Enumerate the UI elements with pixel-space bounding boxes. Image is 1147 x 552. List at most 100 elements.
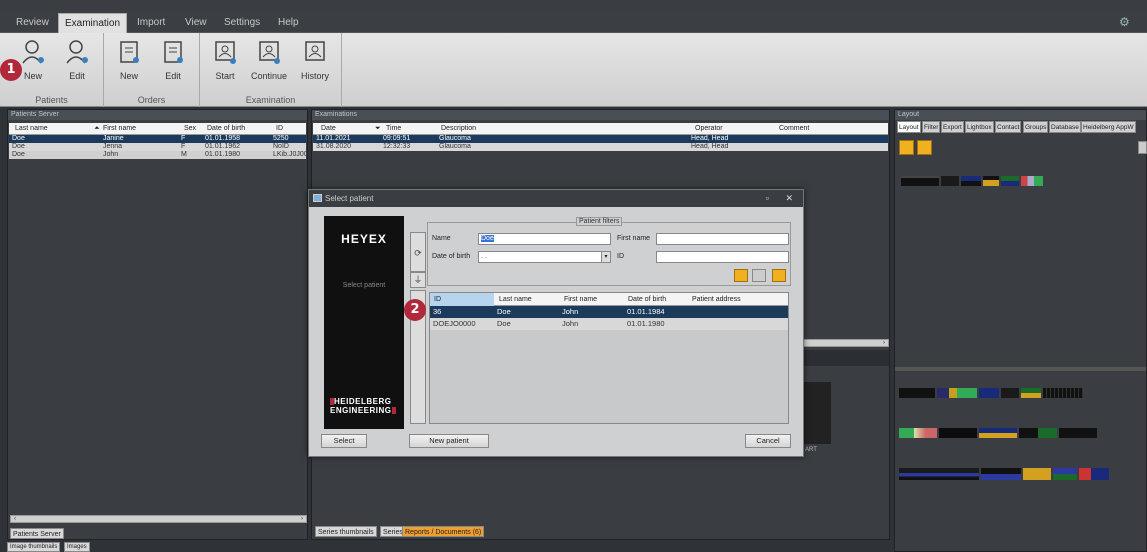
tab-patients-server[interactable]: Patients Server: [10, 528, 64, 539]
new-order-icon: [120, 41, 139, 63]
clear-filter-icon[interactable]: [752, 269, 766, 282]
step-badge-1: 1: [0, 59, 22, 81]
dropdown-arrow-icon[interactable]: ▾: [601, 252, 610, 262]
start-examination-button[interactable]: Start: [204, 39, 246, 81]
scroll-right-icon: ›: [883, 340, 885, 346]
horizontal-scrollbar[interactable]: ›: [802, 339, 889, 347]
refresh-button[interactable]: ⟳: [410, 232, 426, 272]
ribbon-group-orders: New Edit Orders: [104, 33, 200, 107]
col-sex[interactable]: Sex: [184, 123, 196, 135]
close-icon[interactable]: ✕: [785, 190, 793, 207]
start-exam-icon: [215, 41, 236, 64]
tab-contact[interactable]: Contact: [995, 121, 1022, 133]
col-last-name[interactable]: Last name: [15, 123, 48, 135]
edit-order-button[interactable]: Edit: [152, 39, 194, 81]
dob-input[interactable]: . . ▾: [478, 251, 611, 263]
tab-groups[interactable]: Groups: [1023, 121, 1049, 133]
patient-results-table: ID Last name First name Date of birth Pa…: [429, 292, 789, 424]
new-patient-icon: [22, 40, 44, 64]
col-last-name[interactable]: Last name: [499, 293, 532, 306]
col-first-name[interactable]: First name: [103, 123, 136, 135]
layout-thumbnail-row[interactable]: [899, 428, 1097, 438]
tab-review[interactable]: Review: [10, 13, 55, 33]
table-row[interactable]: Doe John M 01.01.1980 LKib.J0J00: [9, 151, 308, 159]
tab-export[interactable]: Export: [941, 121, 964, 133]
panel-title: Examinations: [312, 110, 889, 120]
layout-tool-icon[interactable]: [899, 140, 914, 155]
search-patient-icon[interactable]: [734, 269, 748, 282]
layout-panel: Layout Layout Filter Export Lightbox Con…: [894, 109, 1147, 552]
maximize-icon[interactable]: ▫: [766, 190, 769, 207]
tab-view[interactable]: View: [179, 13, 213, 33]
col-time[interactable]: Time: [386, 123, 401, 135]
col-date[interactable]: Date: [321, 123, 336, 135]
heyex-brand-panel: HEYEX Select patient HEIDELBERG ENGINEER…: [324, 216, 404, 429]
user-settings-icon[interactable]: ⚙: [1119, 15, 1133, 29]
tab-help[interactable]: Help: [272, 13, 305, 33]
col-operator[interactable]: Operator: [695, 123, 723, 135]
col-id[interactable]: ID: [430, 293, 494, 306]
filter-button[interactable]: ⏚: [410, 272, 426, 288]
dialog-title-bar: Select patient ▫ ✕: [309, 190, 803, 207]
layout-thumbnail-row[interactable]: [899, 468, 1109, 480]
col-first-name[interactable]: First name: [564, 293, 597, 306]
col-patient-address[interactable]: Patient address: [692, 293, 741, 306]
tab-reports-documents[interactable]: Reports / Documents (6): [402, 526, 485, 537]
new-patient-dialog-button[interactable]: New patient: [409, 434, 489, 448]
history-icon: [305, 41, 325, 61]
table-row[interactable]: 31.08.2020 12:32:33 Glaucoma Head, Head: [313, 143, 888, 151]
edit-patient-button[interactable]: Edit: [56, 39, 98, 81]
art-label: ART: [805, 447, 817, 453]
image-thumbnail[interactable]: [803, 382, 831, 444]
sort-icon: ⏷: [375, 125, 381, 132]
layout-thumbnail-row[interactable]: [901, 176, 1043, 186]
tab-database[interactable]: Database: [1049, 121, 1081, 133]
name-label: Name: [432, 235, 451, 242]
panel-title: Layout: [895, 110, 1146, 120]
tab-heidelberg-appw[interactable]: Heidelberg AppW: [1081, 121, 1136, 133]
horizontal-scrollbar[interactable]: ‹ ›: [10, 515, 307, 523]
table-row[interactable]: DOEJO0000 Doe John 01.01.1980: [430, 318, 788, 330]
table-row[interactable]: 36 Doe John 01.01.1984: [430, 306, 788, 318]
tab-import[interactable]: Import: [131, 13, 171, 33]
tab-images[interactable]: Images: [64, 542, 90, 552]
col-description[interactable]: Description: [441, 123, 476, 135]
tab-filter[interactable]: Filter: [922, 121, 941, 133]
col-id[interactable]: ID: [276, 123, 283, 135]
filter-icon: ⏚: [413, 275, 423, 285]
col-dob[interactable]: Date of birth: [207, 123, 245, 135]
ribbon-group-examination: Start Continue History Examination: [200, 33, 342, 107]
cancel-button[interactable]: Cancel: [745, 434, 791, 448]
tab-series-thumbnails[interactable]: Series thumbnails: [315, 526, 377, 537]
patient-filters-group: Patient filters Name Doe First name Date…: [427, 217, 791, 286]
patients-server-panel: Patients Server Last name ⏶ First name S…: [7, 109, 308, 540]
table-row[interactable]: 11.01.2021 09:09:51 Glaucoma Head, Head: [313, 135, 888, 143]
tab-settings[interactable]: Settings: [218, 13, 266, 33]
orders-group-label: Orders: [137, 95, 166, 105]
tab-examination[interactable]: Examination: [58, 13, 128, 33]
examination-history-button[interactable]: History: [294, 39, 336, 81]
table-row[interactable]: Doe Janine F 01.01.1958 5250: [9, 135, 306, 143]
panel-splitter[interactable]: [895, 367, 1146, 371]
table-row[interactable]: Doe Jenna F 01.01.1962 NoID: [9, 143, 306, 151]
sort-icon: ⏶: [94, 125, 100, 132]
col-comment[interactable]: Comment: [779, 123, 809, 135]
refresh-filter-icon[interactable]: [772, 269, 786, 282]
select-button[interactable]: Select: [321, 434, 367, 448]
tab-layout[interactable]: Layout: [897, 121, 921, 133]
select-patient-dialog: Select patient ▫ ✕ HEYEX Select patient …: [308, 189, 804, 457]
name-input[interactable]: Doe: [478, 233, 611, 245]
patient-filters-label: Patient filters: [576, 217, 623, 226]
continue-examination-button[interactable]: Continue: [248, 39, 290, 81]
heidelberg-logo: HEIDELBERG ENGINEERING: [330, 397, 400, 415]
layout-thumbnail-row[interactable]: [899, 388, 1083, 398]
panel-title: Patients Server: [8, 110, 307, 120]
id-input[interactable]: [656, 251, 789, 263]
first-name-input[interactable]: [656, 233, 789, 245]
tab-image-thumbnails[interactable]: Image thumbnails: [7, 542, 61, 552]
new-order-button[interactable]: New: [108, 39, 150, 81]
layout-tool-icon[interactable]: [917, 140, 932, 155]
col-dob[interactable]: Date of birth: [628, 293, 666, 306]
panel-pin-icon[interactable]: [1138, 141, 1147, 154]
tab-lightbox[interactable]: Lightbox: [965, 121, 994, 133]
